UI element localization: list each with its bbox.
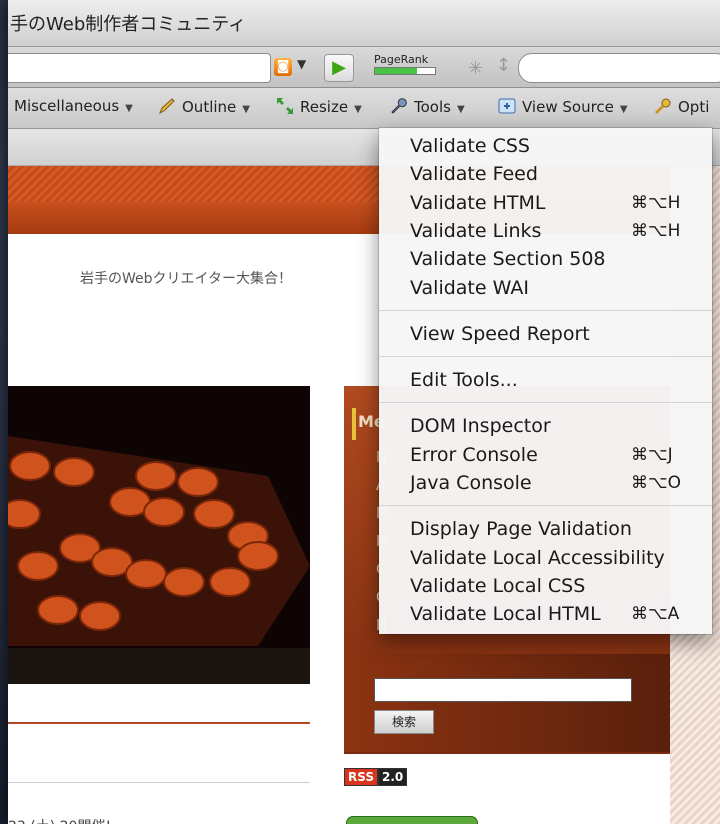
menu-shortcut: ⌘⌥O [631, 473, 681, 493]
url-field[interactable] [8, 53, 271, 83]
menu-separator [379, 505, 712, 507]
menu-item-validate-local-accessibility[interactable]: Validate Local Accessibility [410, 544, 665, 572]
menu-item-error-console[interactable]: Error Console [410, 441, 538, 469]
navigation-toolbar: ◙ ▼ ▶ PageRank ✳ ↕ [8, 47, 720, 88]
event-date-text: 23 (土) 20開催! [8, 816, 111, 824]
page-slogan: 岩手のWebクリエイター大集合！ [80, 271, 292, 287]
chevron-down-icon: ▼ [619, 104, 628, 115]
view-source-icon [498, 97, 516, 115]
menu-separator [379, 309, 712, 311]
menu-separator [379, 402, 712, 404]
rss-badge-label: RSS [344, 768, 378, 786]
toolbar-options-menu[interactable]: Opti [654, 97, 709, 116]
content-divider-thin [8, 782, 310, 783]
menu-item-edit-tools[interactable]: Edit Tools... [410, 366, 518, 394]
tools-dropdown-menu: Validate CSS Validate Feed Validate HTML ⌘⌥… [379, 128, 712, 634]
wrench-icon [390, 97, 408, 115]
loading-spinner-icon: ✳ [468, 58, 484, 79]
toolbar-tools-menu[interactable]: Tools ▼ [390, 97, 465, 116]
chevron-down-icon: ▼ [242, 104, 250, 115]
content-divider [8, 722, 310, 724]
search-input[interactable] [518, 53, 720, 83]
menu-accent-bar [352, 408, 356, 440]
menu-item-java-console[interactable]: Java Console [410, 469, 532, 497]
toolbar-view-source-menu[interactable]: View Source ▼ [498, 97, 628, 116]
menu-item-view-speed-report[interactable]: View Speed Report [410, 320, 590, 348]
chevron-down-icon: ▼ [125, 103, 133, 114]
pencil-icon [158, 97, 176, 115]
menu-shortcut: ⌘⌥A [631, 604, 680, 625]
chevron-down-icon: ▼ [354, 104, 362, 115]
options-label: Opti [678, 98, 710, 116]
pagerank-label[interactable]: PageRank [374, 53, 428, 66]
view-source-label: View Source [522, 98, 614, 116]
menu-item-validate-feed[interactable]: Validate Feed [410, 160, 538, 188]
menu-shortcut: ⌘⌥J [631, 444, 673, 465]
toolbar-outline-menu[interactable]: Outline ▼ [158, 97, 250, 116]
menu-item-validate-local-html[interactable]: Validate Local HTML [410, 600, 601, 628]
window-title: 手のWeb制作者コミュニティ [8, 0, 720, 47]
rss-badge[interactable]: RSS 2.0 [344, 768, 408, 786]
resize-arrows-icon [276, 97, 294, 115]
site-search-input[interactable] [374, 678, 632, 702]
menu-item-validate-local-css[interactable]: Validate Local CSS [410, 572, 585, 600]
rss-feed-icon[interactable]: ◙ [274, 58, 292, 76]
menu-item-validate-wai[interactable]: Validate WAI [410, 274, 529, 302]
menu-separator [379, 356, 712, 358]
toolbar-resize-menu[interactable]: Resize ▼ [276, 97, 362, 116]
resize-label: Resize [300, 98, 349, 116]
toolbar-separator-icon[interactable]: ↕ [496, 55, 511, 76]
menu-item-display-page-validation[interactable]: Display Page Validation [410, 515, 632, 543]
menu-item-validate-links[interactable]: Validate Links [410, 217, 541, 245]
rss-badge-version: 2.0 [378, 768, 408, 786]
chevron-down-icon: ▼ [456, 104, 465, 115]
chevron-down-icon[interactable]: ▼ [297, 57, 306, 71]
pagerank-bar [374, 67, 436, 75]
go-button[interactable]: ▶ [324, 54, 354, 82]
menu-item-validate-section-508[interactable]: Validate Section 508 [410, 245, 606, 273]
green-badge[interactable] [346, 816, 478, 824]
menu-item-validate-css[interactable]: Validate CSS [410, 132, 530, 160]
key-icon [654, 97, 672, 115]
site-search-button[interactable]: 検索 [374, 710, 434, 734]
outline-label: Outline [182, 98, 237, 116]
menu-item-dom-inspector[interactable]: DOM Inspector [410, 412, 551, 440]
tools-label: Tools [414, 98, 451, 116]
miscellaneous-label: Miscellaneous [14, 97, 120, 115]
site-search-box: 検索 [344, 654, 670, 752]
menu-shortcut: ⌘⌥H [631, 192, 681, 213]
hero-photo-graphic [8, 386, 310, 684]
toolbar-miscellaneous-menu[interactable]: Miscellaneous ▼ [14, 97, 133, 115]
hero-photo [8, 386, 310, 684]
menu-shortcut: ⌘⌥H [631, 220, 681, 241]
menu-item-validate-html[interactable]: Validate HTML [410, 189, 545, 217]
web-developer-toolbar: Miscellaneous ▼ Outline ▼ Resize ▼ Tools ▼ V… [8, 88, 720, 129]
